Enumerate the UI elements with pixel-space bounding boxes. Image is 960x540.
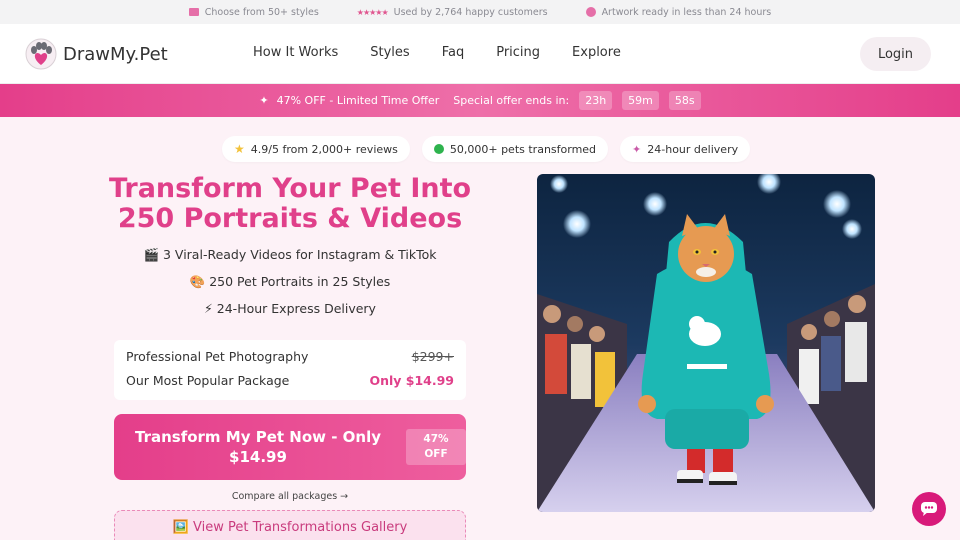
nav-link-explore[interactable]: Explore xyxy=(572,45,621,60)
nav-link-styles[interactable]: Styles xyxy=(370,45,409,60)
page-title: Transform Your Pet Into 250 Portraits & … xyxy=(90,174,490,234)
timer-hours: 23h xyxy=(579,91,613,110)
discount-badge: 47% OFF xyxy=(406,429,466,465)
sparkle-icon: ✦ xyxy=(259,94,269,107)
customers-info: ★★★★★ Used by 2,764 happy customers xyxy=(357,7,548,18)
logo-text: DrawMy.Pet xyxy=(63,43,168,65)
customers-info-text: Used by 2,764 happy customers xyxy=(393,6,548,18)
stars-icon: ★★★★★ xyxy=(356,7,389,17)
sparkle-icon: ✦ xyxy=(632,142,642,156)
chat-icon xyxy=(921,502,937,516)
login-button[interactable]: Login xyxy=(860,37,931,71)
logo[interactable]: DrawMy.Pet xyxy=(25,38,168,70)
cta-line-1: Transform My Pet Now - Only xyxy=(134,428,381,446)
price-row-package: Our Most Popular Package Only $14.99 xyxy=(126,373,454,388)
price-comparison: Professional Pet Photography $299+ Our M… xyxy=(114,340,466,400)
offer-bar: ✦ 47% OFF - Limited Time Offer Special o… xyxy=(0,84,960,117)
styles-info-text: Choose from 50+ styles xyxy=(204,6,319,18)
headline-line-1: Transform Your Pet Into xyxy=(108,173,472,204)
feature-portraits: 🎨 250 Pet Portraits in 25 Styles xyxy=(189,274,391,289)
hero-image xyxy=(537,174,875,512)
gallery-button[interactable]: 🖼️ View Pet Transformations Gallery xyxy=(114,510,466,540)
cat-runway-illustration xyxy=(537,174,875,512)
reviews-badge-text: 4.9/5 from 2,000+ reviews xyxy=(250,142,398,156)
transform-cta-button[interactable]: Transform My Pet Now - Only $14.99 47% O… xyxy=(114,414,466,480)
nav-link-how-it-works[interactable]: How It Works xyxy=(253,45,338,60)
nav-menu: How It Works Styles Faq Pricing Explore xyxy=(253,45,653,60)
top-info-bar: Choose from 50+ styles ★★★★★ Used by 2,7… xyxy=(0,0,960,24)
reviews-badge: ★ 4.9/5 from 2,000+ reviews xyxy=(222,136,410,162)
timer-seconds: 58s xyxy=(668,91,701,110)
feature-delivery: ⚡ 24-Hour Express Delivery xyxy=(204,301,376,316)
check-icon xyxy=(433,144,444,154)
star-icon: ★ xyxy=(234,142,245,156)
compare-packages-link[interactable]: Compare all packages → xyxy=(114,491,466,502)
delivery-info: Artwork ready in less than 24 hours xyxy=(585,6,772,18)
pets-badge-text: 50,000+ pets transformed xyxy=(449,142,597,156)
price-row-2-label: Our Most Popular Package xyxy=(126,373,290,388)
discount-badge-off: OFF xyxy=(424,448,448,460)
discount-badge-percent: 47% xyxy=(423,433,449,445)
price-row-1-value: $299+ xyxy=(411,349,454,364)
main-nav: DrawMy.Pet How It Works Styles Faq Prici… xyxy=(0,24,960,84)
delivery-badge: ✦ 24-hour delivery xyxy=(620,136,751,162)
styles-info: Choose from 50+ styles xyxy=(188,6,319,18)
price-row-professional: Professional Pet Photography $299+ xyxy=(126,349,454,364)
price-row-2-value: Only $14.99 xyxy=(369,373,454,388)
pets-badge: 50,000+ pets transformed xyxy=(421,136,609,162)
nav-link-pricing[interactable]: Pricing xyxy=(496,45,540,60)
cta-text: Transform My Pet Now - Only $14.99 xyxy=(128,427,388,467)
delivery-info-text: Artwork ready in less than 24 hours xyxy=(601,6,772,18)
timer-minutes: 59m xyxy=(622,91,659,110)
nav-link-faq[interactable]: Faq xyxy=(442,45,465,60)
cta-line-2: $14.99 xyxy=(229,448,287,466)
trust-badges: ★ 4.9/5 from 2,000+ reviews 50,000+ pets… xyxy=(222,136,751,162)
delivery-badge-text: 24-hour delivery xyxy=(647,142,739,156)
price-row-1-label: Professional Pet Photography xyxy=(126,349,309,364)
paw-logo-icon xyxy=(25,38,57,70)
chat-button[interactable] xyxy=(912,492,946,526)
gift-icon xyxy=(188,8,199,16)
offer-label: 47% OFF - Limited Time Offer xyxy=(276,94,440,107)
headline-line-2: 250 Portraits & Videos xyxy=(117,203,463,234)
clock-icon xyxy=(585,7,596,17)
offer-ends-label: Special offer ends in: xyxy=(453,94,570,107)
feature-videos: 🎬 3 Viral-Ready Videos for Instagram & T… xyxy=(143,247,437,262)
